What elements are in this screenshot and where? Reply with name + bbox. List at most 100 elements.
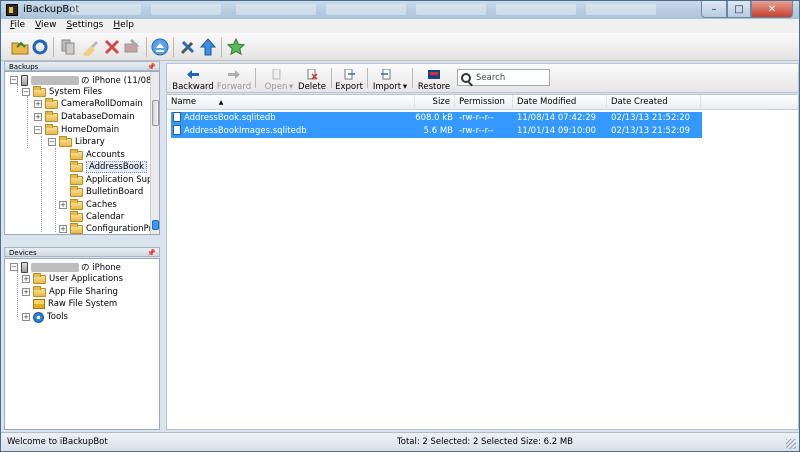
folder-icon xyxy=(45,97,58,109)
toolbar-separator xyxy=(255,68,256,88)
file-list-header: Name ▲ Size Permission Date Modified Dat… xyxy=(167,95,798,110)
tree-node-system-files[interactable]: − System Files xyxy=(22,85,102,98)
tree-node-home-domain[interactable]: − HomeDomain xyxy=(34,123,120,136)
pin-icon[interactable]: 📌 xyxy=(147,248,156,258)
file-icon xyxy=(173,125,181,135)
tree-node-user-applications[interactable]: + User Applications xyxy=(22,272,123,285)
file-date-modified: 11/01/14 09:10:00 xyxy=(517,126,597,136)
tree-node-tools[interactable]: + Tools xyxy=(22,311,68,323)
tree-line xyxy=(55,148,56,232)
import-button[interactable]: Import xyxy=(373,66,401,92)
collapse-toggle[interactable]: − xyxy=(22,88,30,96)
search-icon xyxy=(461,72,471,83)
background-tab xyxy=(416,4,486,15)
document-icon xyxy=(272,69,281,80)
folder-icon xyxy=(70,148,83,160)
export-button[interactable]: Export xyxy=(335,66,363,92)
tree-node-library[interactable]: − Library xyxy=(48,135,105,148)
column-modified-label: Date Modified xyxy=(517,97,577,107)
file-icon xyxy=(173,112,181,122)
column-header-size[interactable]: Size xyxy=(415,95,455,110)
maximize-button[interactable]: □ xyxy=(727,1,751,18)
tree-node-configuration-profiles[interactable]: + ConfigurationProfi xyxy=(59,222,160,234)
delete-icon[interactable] xyxy=(103,38,121,56)
edit-icon[interactable] xyxy=(123,38,141,56)
folder-icon xyxy=(70,173,83,185)
upload-icon[interactable] xyxy=(199,38,217,56)
forward-button[interactable]: Forward xyxy=(217,66,251,92)
collapse-toggle[interactable]: − xyxy=(10,263,18,271)
expand-toggle[interactable]: + xyxy=(22,288,30,296)
tree-node-caches[interactable]: + Caches xyxy=(59,198,117,211)
folder-icon xyxy=(70,210,83,222)
menu-view[interactable]: View xyxy=(30,19,61,33)
refresh-icon[interactable] xyxy=(31,38,49,56)
folder-icon xyxy=(70,185,83,197)
file-permission: -rw-r--r-- xyxy=(459,113,494,123)
tree-node-address-book[interactable]: AddressBook xyxy=(70,160,148,173)
scrollbar-thumb[interactable] xyxy=(152,100,159,126)
column-header-permission[interactable]: Permission xyxy=(455,95,513,110)
menu-settings[interactable]: Settings xyxy=(61,19,108,33)
expand-toggle[interactable]: + xyxy=(22,313,30,321)
backups-vertical-scrollbar[interactable] xyxy=(150,72,159,234)
tree-node-label: BulletinBoard xyxy=(86,187,144,197)
expand-toggle[interactable]: + xyxy=(22,275,30,283)
collapse-toggle[interactable]: − xyxy=(48,138,56,146)
folder-icon xyxy=(59,135,72,147)
expand-toggle[interactable]: + xyxy=(34,100,42,108)
copy-icon[interactable] xyxy=(59,38,77,56)
column-header-date-modified[interactable]: Date Modified xyxy=(513,95,607,110)
open-dropdown-arrow[interactable]: ▾ xyxy=(287,66,295,92)
expand-toggle[interactable]: + xyxy=(59,201,67,209)
export-label: Export xyxy=(335,82,363,92)
tree-node-accounts[interactable]: Accounts xyxy=(70,148,125,161)
tree-node-database-domain[interactable]: + DatabaseDomain xyxy=(34,110,135,123)
import-dropdown-arrow[interactable]: ▾ xyxy=(401,66,409,92)
column-header-date-created[interactable]: Date Created xyxy=(607,95,701,110)
expand-toggle[interactable]: + xyxy=(34,113,42,121)
search-input[interactable]: Search xyxy=(476,73,505,83)
eject-icon[interactable] xyxy=(151,38,169,56)
tree-node-label: App File Sharing xyxy=(49,287,118,297)
background-tab xyxy=(586,4,656,15)
tools-icon[interactable] xyxy=(179,38,197,56)
resize-grip-icon[interactable] xyxy=(786,439,796,449)
arrow-right-icon xyxy=(228,70,240,79)
tree-node-raw-file-system[interactable]: Raw File System xyxy=(33,298,117,310)
app-logo-icon xyxy=(6,4,18,16)
delete-label: Delete xyxy=(298,82,326,92)
expand-toggle[interactable]: + xyxy=(59,225,67,233)
restore-button[interactable]: Restore xyxy=(417,66,451,92)
file-name-cell: AddressBookImages.sqlitedb xyxy=(173,125,307,138)
tree-node-backup-device[interactable]: − の iPhone (11/08/14 xyxy=(10,74,159,86)
collapse-toggle[interactable]: − xyxy=(34,126,42,134)
menu-help[interactable]: Help xyxy=(108,19,139,33)
file-size: 5.6 MB xyxy=(423,126,453,136)
delete-file-button[interactable]: Delete xyxy=(297,66,327,92)
tree-node-camera-roll-domain[interactable]: + CameraRollDomain xyxy=(34,97,143,110)
menu-file[interactable]: File xyxy=(5,19,30,33)
tree-node-label: HomeDomain xyxy=(61,125,120,135)
backward-button[interactable]: Backward xyxy=(172,66,214,92)
collapse-toggle[interactable]: − xyxy=(10,76,18,84)
import-label: Import xyxy=(372,82,402,92)
column-header-name[interactable]: Name ▲ xyxy=(167,95,415,110)
tree-node-label: ConfigurationProfi xyxy=(86,224,160,234)
sort-ascending-icon: ▲ xyxy=(218,99,224,106)
tree-node-bulletin-board[interactable]: BulletinBoard xyxy=(70,185,144,198)
tree-node-device[interactable]: − の iPhone xyxy=(10,261,121,273)
search-box[interactable]: Search xyxy=(457,69,550,86)
tree-node-application-support[interactable]: Application Suppo xyxy=(70,173,159,186)
minimize-button[interactable]: – xyxy=(701,1,727,18)
scroll-down-arrow[interactable] xyxy=(152,220,159,230)
gear-icon xyxy=(33,311,44,323)
close-button[interactable]: ✕ xyxy=(751,1,793,18)
table-row[interactable]: AddressBookImages.sqlitedb 5.6 MB -rw-r-… xyxy=(171,125,702,138)
open-folder-icon[interactable] xyxy=(11,38,29,56)
star-icon[interactable] xyxy=(227,38,245,56)
tree-node-calendar[interactable]: Calendar xyxy=(70,210,124,223)
clean-icon[interactable] xyxy=(81,38,99,56)
tree-node-app-file-sharing[interactable]: + App File Sharing xyxy=(22,285,118,298)
table-row[interactable]: AddressBook.sqlitedb 608.0 kB -rw-r--r--… xyxy=(171,112,702,125)
